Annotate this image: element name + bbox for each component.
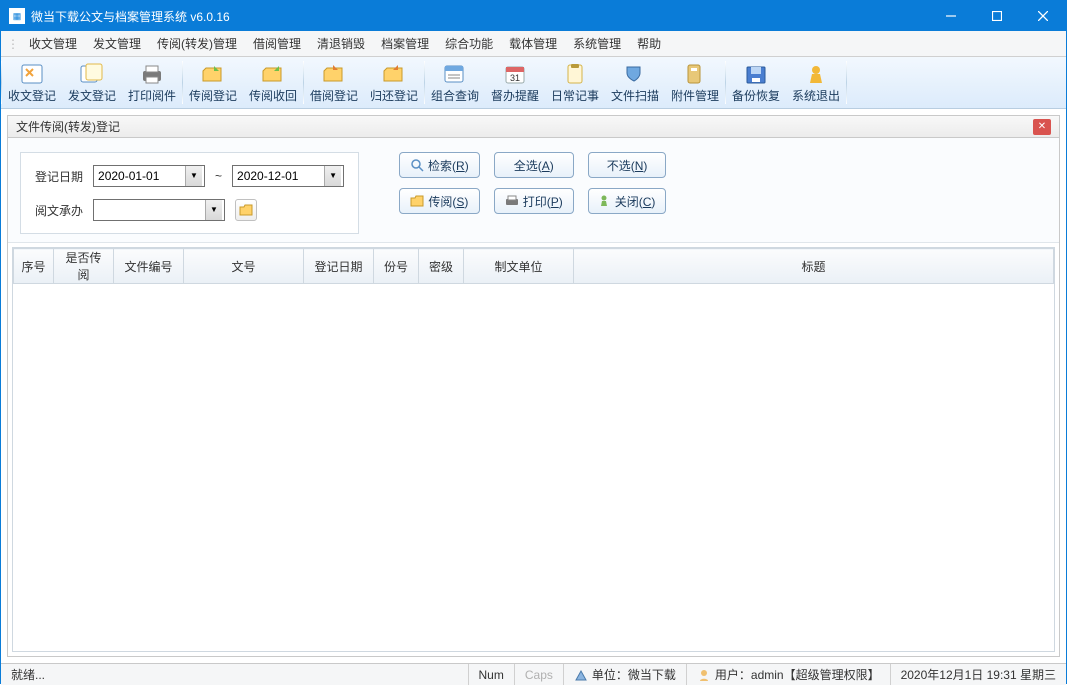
status-ready: 就绪...: [1, 664, 469, 685]
toolbar-btn-outgoing-reg[interactable]: 发文登记: [62, 57, 122, 108]
reader-combo[interactable]: [93, 199, 225, 221]
toolbar-btn-system-exit[interactable]: 系统退出: [786, 57, 846, 108]
col-header[interactable]: 制文单位: [464, 249, 574, 284]
content-area: 文件传阅(转发)登记 ✕ 登记日期 2020-01-01 ~ 2020-12-0…: [1, 109, 1066, 663]
circulate-button[interactable]: 传阅(S): [399, 188, 480, 214]
toolbar-btn-supervise-remind[interactable]: 31督办提醒: [485, 57, 545, 108]
toolbar: 收文登记 发文登记 打印阅件 传阅登记 传阅收回 借阅登记 归还登记 组合查询 …: [1, 57, 1066, 109]
menu-item[interactable]: 系统管理: [565, 31, 629, 56]
title-bar: ▦ 微当下载公文与档案管理系统 v6.0.16: [1, 1, 1066, 31]
col-header[interactable]: 文号: [184, 249, 304, 284]
col-header[interactable]: 序号: [14, 249, 54, 284]
status-num: Num: [469, 664, 515, 685]
status-caps: Caps: [515, 664, 564, 685]
panel-close-button[interactable]: ✕: [1033, 119, 1051, 135]
toolbar-btn-print-read[interactable]: 打印阅件: [122, 57, 182, 108]
menu-item[interactable]: 综合功能: [437, 31, 501, 56]
window-title: 微当下载公文与档案管理系统 v6.0.16: [31, 8, 928, 25]
app-icon: ▦: [9, 8, 25, 24]
status-user: 用户：admin【超级管理权限】: [687, 664, 891, 685]
data-grid[interactable]: 序号 是否传阅 文件编号 文号 登记日期 份号 密级 制文单位 标题: [12, 247, 1055, 652]
menu-item[interactable]: 收文管理: [21, 31, 85, 56]
col-header[interactable]: 是否传阅: [54, 249, 114, 284]
status-unit: 单位：微当下载: [564, 664, 687, 685]
menu-bar: ⋮ 收文管理 发文管理 传阅(转发)管理 借阅管理 清退销毁 档案管理 综合功能…: [1, 31, 1066, 57]
print-button[interactable]: 打印(P): [494, 188, 574, 214]
toolbar-btn-backup-restore[interactable]: 备份恢复: [726, 57, 786, 108]
menu-item[interactable]: 清退销毁: [309, 31, 373, 56]
panel-title: 文件传阅(转发)登记: [16, 118, 120, 135]
toolbar-btn-attachment-mgmt[interactable]: 附件管理: [665, 57, 725, 108]
close-button[interactable]: [1020, 1, 1066, 31]
col-header[interactable]: 份号: [374, 249, 419, 284]
selectnone-button[interactable]: 不选(N): [588, 152, 667, 178]
toolbar-btn-file-scan[interactable]: 文件扫描: [605, 57, 665, 108]
status-bar: 就绪... Num Caps 单位：微当下载 用户：admin【超级管理权限】 …: [1, 663, 1066, 685]
panel-title-bar: 文件传阅(转发)登记 ✕: [7, 115, 1060, 137]
toolbar-btn-daily-notes[interactable]: 日常记事: [545, 57, 605, 108]
menu-item[interactable]: 档案管理: [373, 31, 437, 56]
svg-text:31: 31: [510, 73, 520, 83]
toolbar-btn-return-reg[interactable]: 归还登记: [364, 57, 424, 108]
menu-item[interactable]: 传阅(转发)管理: [149, 31, 245, 56]
toolbar-btn-borrow-reg[interactable]: 借阅登记: [304, 57, 364, 108]
menu-item[interactable]: 发文管理: [85, 31, 149, 56]
selectall-button[interactable]: 全选(A): [494, 152, 574, 178]
date-label: 登记日期: [35, 168, 83, 185]
toolbar-btn-incoming-reg[interactable]: 收文登记: [2, 57, 62, 108]
panel-body: 登记日期 2020-01-01 ~ 2020-12-01 阅文承办 检索(R) …: [7, 137, 1060, 657]
menu-item[interactable]: 载体管理: [501, 31, 565, 56]
folder-browse-button[interactable]: [235, 199, 257, 221]
tilde: ~: [215, 169, 222, 183]
close-action-button[interactable]: 关闭(C): [588, 188, 667, 214]
col-header[interactable]: 标题: [574, 249, 1054, 284]
col-header[interactable]: 登记日期: [304, 249, 374, 284]
date-to-input[interactable]: 2020-12-01: [232, 165, 344, 187]
reader-label: 阅文承办: [35, 202, 83, 219]
maximize-button[interactable]: [974, 1, 1020, 31]
col-header[interactable]: 文件编号: [114, 249, 184, 284]
status-datetime: 2020年12月1日 19:31 星期三: [891, 664, 1066, 685]
menu-item[interactable]: 借阅管理: [245, 31, 309, 56]
col-header[interactable]: 密级: [419, 249, 464, 284]
toolbar-btn-circulate-reg[interactable]: 传阅登记: [183, 57, 243, 108]
menu-item[interactable]: 帮助: [629, 31, 669, 56]
minimize-button[interactable]: [928, 1, 974, 31]
toolbar-btn-combo-query[interactable]: 组合查询: [425, 57, 485, 108]
date-from-input[interactable]: 2020-01-01: [93, 165, 205, 187]
toolbar-btn-circulate-return[interactable]: 传阅收回: [243, 57, 303, 108]
search-button[interactable]: 检索(R): [399, 152, 480, 178]
